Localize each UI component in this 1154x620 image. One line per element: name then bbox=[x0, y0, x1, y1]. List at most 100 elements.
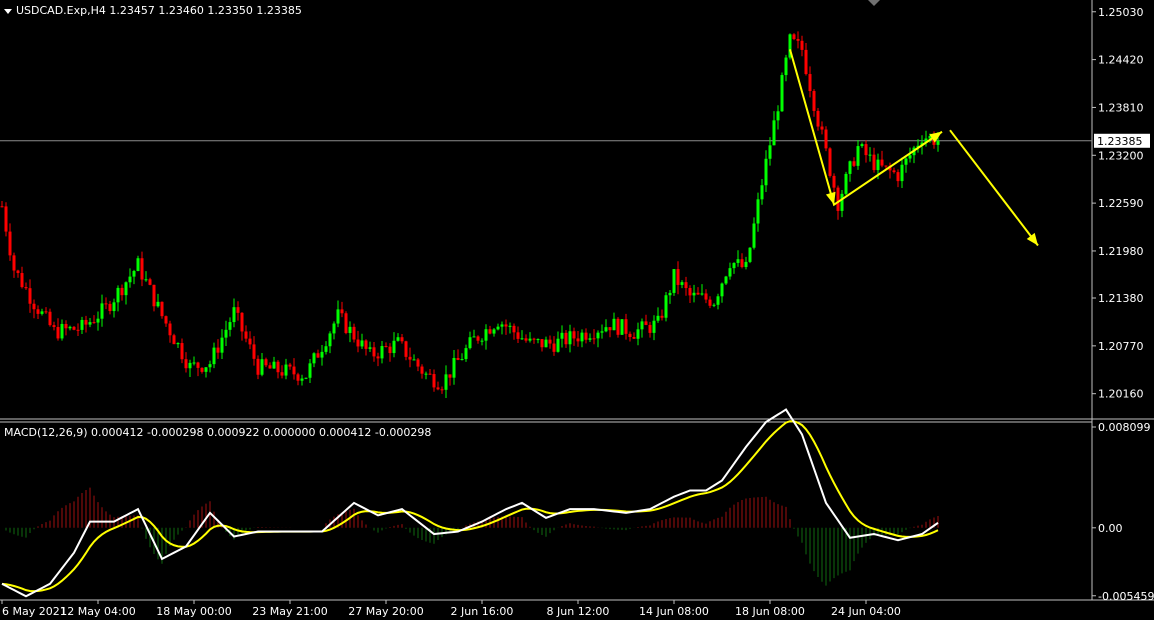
candle bbox=[576, 338, 580, 342]
candle bbox=[740, 259, 744, 268]
x-tick-label: 24 Jun 04:00 bbox=[831, 605, 901, 618]
x-tick-label: 12 May 04:00 bbox=[60, 605, 135, 618]
symbol-header-text: USDCAD.Exp,H4 1.23457 1.23460 1.23350 1.… bbox=[16, 4, 302, 17]
candle bbox=[700, 293, 704, 295]
candle bbox=[52, 325, 56, 328]
candle bbox=[496, 326, 500, 330]
candle bbox=[760, 185, 764, 200]
candle bbox=[356, 339, 360, 347]
candle bbox=[464, 348, 468, 360]
candle bbox=[876, 159, 880, 171]
candle bbox=[224, 329, 228, 338]
candle bbox=[232, 307, 236, 323]
candle bbox=[8, 231, 12, 256]
candle bbox=[60, 323, 64, 339]
candle bbox=[340, 309, 344, 314]
candle bbox=[460, 359, 464, 361]
candle bbox=[308, 363, 312, 378]
candle bbox=[860, 144, 864, 147]
candle bbox=[208, 364, 212, 368]
candle bbox=[764, 158, 768, 186]
candle bbox=[724, 276, 728, 284]
candle bbox=[468, 337, 472, 349]
candle bbox=[180, 343, 184, 360]
candle bbox=[388, 346, 392, 354]
candle bbox=[204, 367, 208, 372]
candle bbox=[768, 145, 772, 159]
candle bbox=[72, 326, 76, 330]
candle bbox=[216, 347, 220, 353]
candle bbox=[624, 319, 628, 334]
candle bbox=[332, 323, 336, 334]
candle bbox=[368, 347, 372, 349]
candle bbox=[568, 331, 572, 345]
candle bbox=[168, 323, 172, 336]
candle bbox=[780, 75, 784, 112]
candle bbox=[212, 347, 216, 365]
macd-y-tick-label: -0.005459 bbox=[1098, 590, 1154, 603]
candle bbox=[236, 307, 240, 313]
dropdown-triangle-icon[interactable] bbox=[4, 8, 12, 14]
candle bbox=[296, 374, 300, 381]
candle bbox=[908, 155, 912, 159]
candle bbox=[756, 199, 760, 224]
candle bbox=[844, 173, 848, 194]
y-tick-label: 1.23810 bbox=[1098, 101, 1144, 114]
candle bbox=[784, 57, 788, 76]
y-tick-label: 1.20160 bbox=[1098, 388, 1144, 401]
candle bbox=[808, 74, 812, 92]
candle bbox=[664, 295, 668, 318]
x-tick-label: 23 May 21:00 bbox=[252, 605, 327, 618]
candle bbox=[836, 187, 840, 211]
candle bbox=[344, 313, 348, 333]
candle bbox=[408, 356, 412, 360]
candle bbox=[856, 146, 860, 166]
candle bbox=[584, 332, 588, 340]
candle bbox=[136, 258, 140, 271]
candle bbox=[384, 346, 388, 348]
candle bbox=[872, 154, 876, 171]
candle bbox=[620, 319, 624, 335]
candle bbox=[396, 337, 400, 341]
candle bbox=[392, 340, 396, 354]
candle bbox=[732, 262, 736, 269]
candle bbox=[36, 309, 40, 314]
candle bbox=[516, 332, 520, 339]
candle bbox=[288, 364, 292, 367]
candle bbox=[556, 338, 560, 352]
candle bbox=[16, 270, 20, 274]
x-tick-label: 14 Jun 08:00 bbox=[639, 605, 709, 618]
candle bbox=[488, 329, 492, 334]
candle bbox=[648, 324, 652, 333]
candle bbox=[704, 293, 708, 300]
candle bbox=[680, 282, 684, 285]
candle bbox=[196, 362, 200, 368]
candle bbox=[256, 358, 260, 375]
candle bbox=[616, 318, 620, 335]
candle bbox=[240, 312, 244, 332]
candle bbox=[436, 387, 440, 390]
candle bbox=[848, 161, 852, 174]
candle bbox=[328, 333, 332, 347]
candle bbox=[652, 320, 656, 333]
candle bbox=[432, 374, 436, 388]
candle bbox=[520, 338, 524, 340]
candle bbox=[48, 311, 52, 326]
candle bbox=[188, 362, 192, 369]
candle bbox=[184, 359, 188, 369]
candle bbox=[484, 329, 488, 341]
candle bbox=[404, 341, 408, 357]
candle bbox=[884, 165, 888, 167]
candle bbox=[800, 40, 804, 50]
candle bbox=[444, 374, 448, 390]
candle bbox=[552, 343, 556, 352]
candle bbox=[76, 329, 80, 331]
candle bbox=[312, 353, 316, 364]
candle bbox=[316, 353, 320, 358]
candle bbox=[244, 331, 248, 339]
candle bbox=[248, 338, 252, 345]
candle bbox=[544, 339, 548, 348]
candle bbox=[560, 332, 564, 339]
candle bbox=[284, 364, 288, 376]
candle bbox=[628, 333, 632, 337]
